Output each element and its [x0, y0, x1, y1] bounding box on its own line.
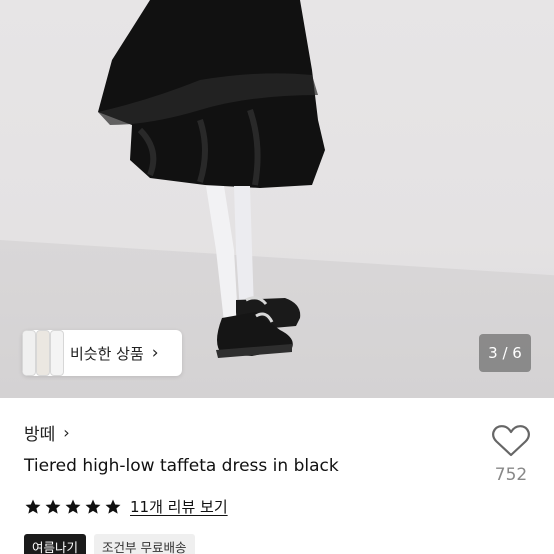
similar-thumbnail	[50, 330, 64, 376]
chevron-right-icon: ›	[151, 343, 159, 363]
star-icon	[105, 499, 121, 514]
product-image-gallery[interactable]: 비슷한 상품 › 3 / 6	[0, 0, 554, 398]
similar-thumbnail	[22, 330, 36, 376]
shop-name: 방떼	[24, 425, 56, 445]
product-tags: 여름나기 조건부 무료배송	[24, 534, 195, 554]
star-icon	[45, 499, 61, 514]
product-title: Tiered high-low taffeta dress in black	[24, 456, 339, 476]
review-link[interactable]: 11개 리뷰 보기	[130, 496, 228, 517]
similar-products-button[interactable]: 비슷한 상품 ›	[22, 330, 182, 376]
star-icon	[85, 499, 101, 514]
similar-thumbnails	[22, 330, 66, 376]
star-icon	[65, 499, 81, 514]
like-count: 752	[494, 465, 528, 485]
similar-products-label: 비슷한 상품	[70, 344, 144, 363]
tag-badge: 여름나기	[24, 534, 87, 554]
star-icon	[25, 499, 41, 514]
shop-link[interactable]: 방떼 ›	[24, 420, 70, 445]
rating-row: 11개 리뷰 보기	[24, 496, 228, 517]
image-page-counter: 3 / 6	[479, 334, 531, 372]
leg-right	[234, 186, 254, 312]
chevron-right-icon: ›	[63, 423, 70, 442]
similar-thumbnail	[36, 330, 50, 376]
tag-badge: 조건부 무료배송	[94, 534, 195, 554]
star-rating	[24, 498, 122, 516]
heart-outline-icon[interactable]	[491, 424, 531, 458]
leg-left	[206, 186, 238, 322]
